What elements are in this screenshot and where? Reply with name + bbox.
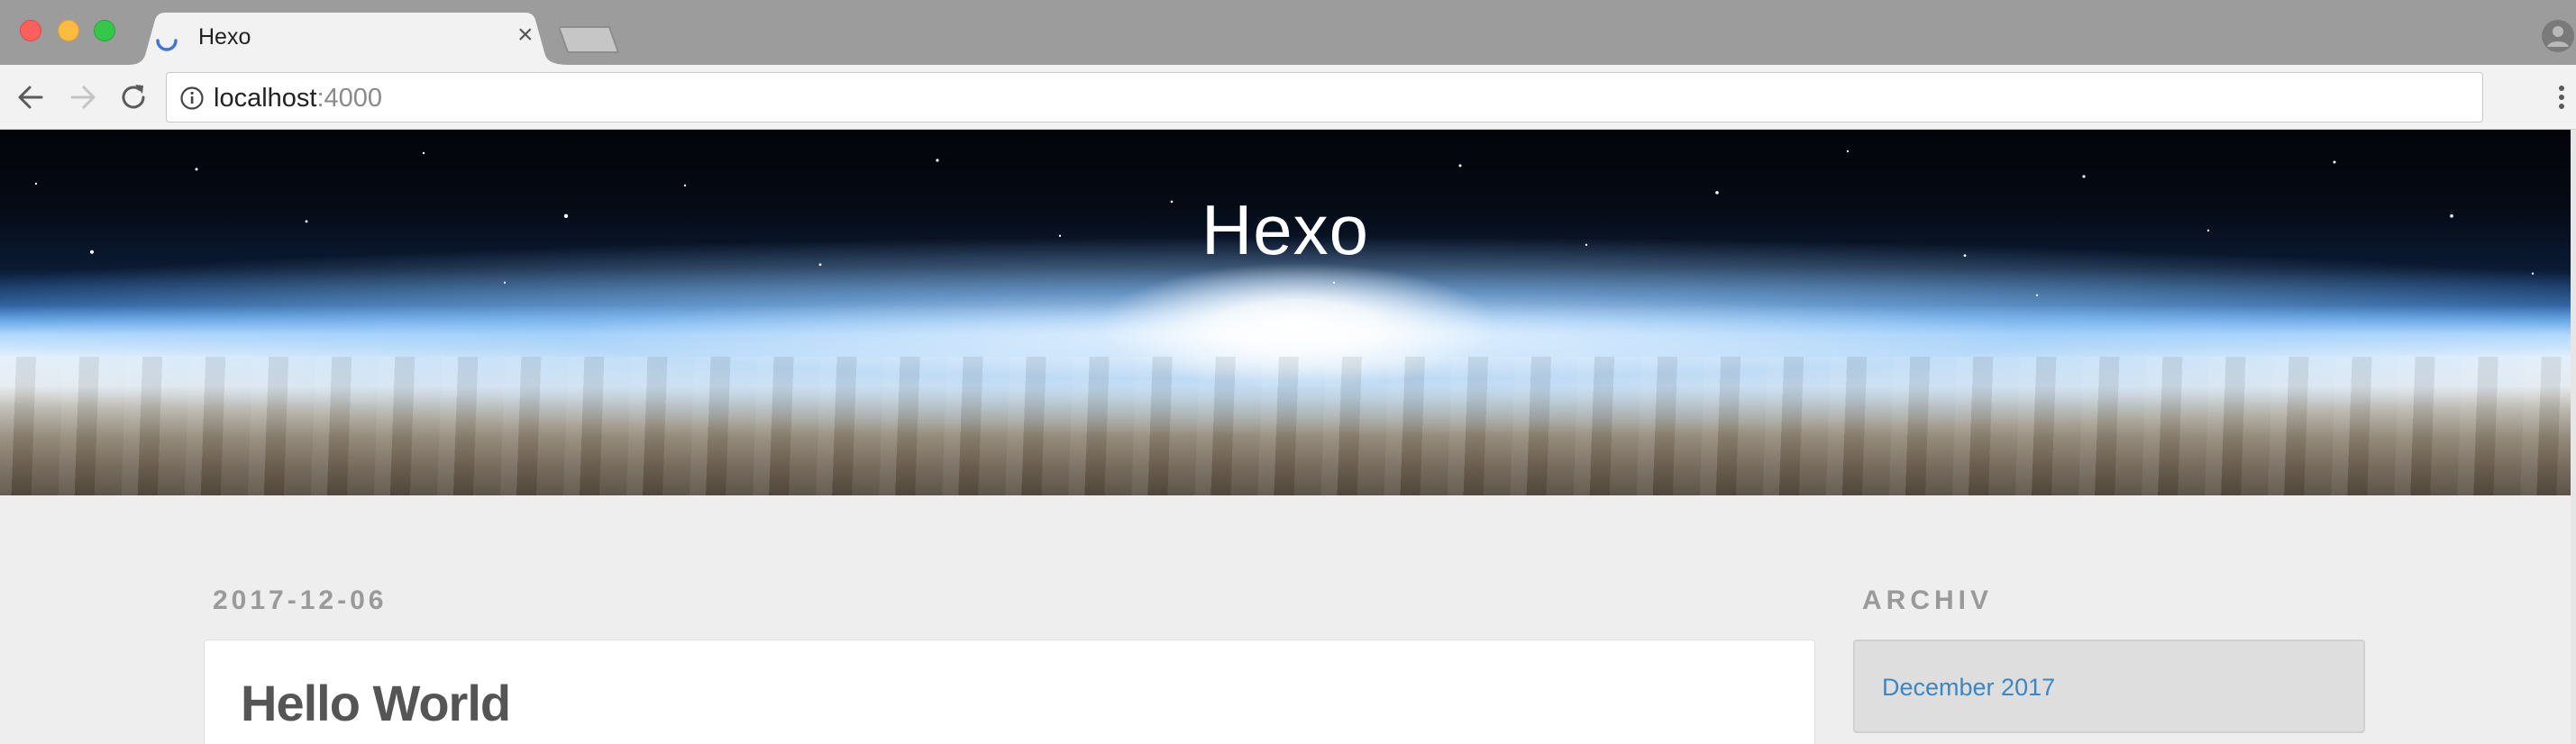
archive-widget: December 2017 <box>1853 640 2365 733</box>
post-card: Hello World <box>204 640 1815 744</box>
tab-hexo[interactable] <box>128 13 570 65</box>
url-text[interactable]: localhost:4000 <box>214 82 382 114</box>
url-port: :4000 <box>316 84 383 113</box>
profile-icon[interactable] <box>2540 18 2576 54</box>
back-arrow-icon[interactable] <box>13 79 49 115</box>
url-host: localhost <box>214 84 317 113</box>
post-date: 2017-12-06 <box>213 585 388 615</box>
archive-link-december-2017[interactable]: December 2017 <box>1882 672 2055 703</box>
loading-spinner-icon <box>156 39 178 51</box>
forward-arrow-icon[interactable] <box>65 79 101 115</box>
tab-strip: Hexo × <box>0 0 2576 65</box>
header-banner: Hexo <box>0 130 2571 495</box>
sidebar-heading-archive: ARCHIV <box>1862 585 1994 615</box>
info-icon[interactable] <box>179 86 205 111</box>
new-tab-button[interactable] <box>559 25 620 54</box>
minimize-window-button[interactable] <box>58 20 79 41</box>
tab-title: Hexo <box>198 24 251 50</box>
address-bar[interactable]: localhost:4000 <box>166 72 2483 122</box>
tab-close-icon[interactable]: × <box>517 22 534 49</box>
reload-icon[interactable] <box>115 79 151 115</box>
zoom-window-button[interactable] <box>94 20 115 41</box>
site-title[interactable]: Hexo <box>0 189 2571 270</box>
cloud-layer <box>0 356 2571 495</box>
browser-toolbar: localhost:4000 <box>0 65 2576 130</box>
scrollbar[interactable] <box>2571 130 2576 744</box>
close-window-button[interactable] <box>20 20 41 41</box>
kebab-menu-icon[interactable] <box>2553 79 2571 115</box>
post-title[interactable]: Hello World <box>241 675 511 732</box>
